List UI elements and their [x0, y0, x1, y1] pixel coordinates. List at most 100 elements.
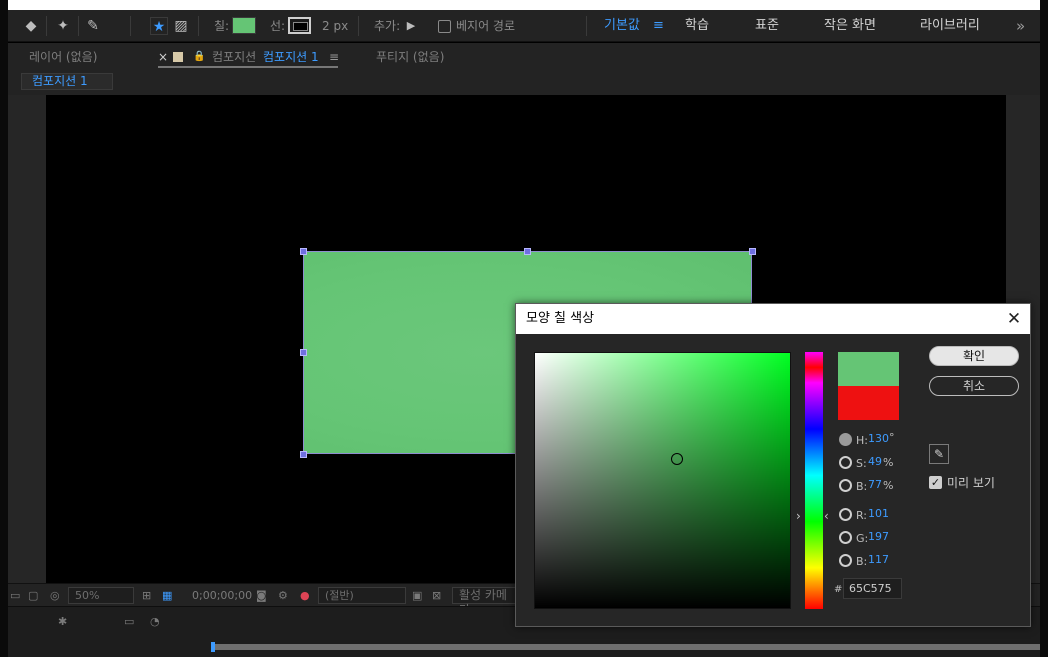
bezier-label: 베지어 경로 — [456, 19, 516, 33]
shape-handle[interactable] — [300, 349, 307, 356]
close-icon[interactable]: ✕ — [1006, 311, 1022, 328]
timeline-search-icon[interactable]: ✱ — [58, 615, 67, 629]
zoom-select[interactable]: 50% — [68, 587, 134, 604]
shape-handle[interactable] — [749, 248, 756, 255]
toolbar-divider — [78, 16, 79, 36]
region-icon[interactable]: ▣ — [412, 584, 422, 607]
star-icon[interactable]: ★ — [150, 17, 168, 35]
resolution-select[interactable]: (절반) — [318, 587, 406, 604]
timeline-comp-icon[interactable]: ▭ — [124, 615, 134, 629]
radio-blue[interactable] — [839, 554, 852, 567]
shape-fill-color-dialog: 모양 칠 색상 ✕ › ‹ H: 130 ° S: 49 % B: 77 % R… — [515, 303, 1031, 627]
hue-value[interactable]: 130 — [868, 432, 889, 445]
timeline-work-area[interactable] — [213, 644, 1040, 650]
top-strip — [0, 0, 1048, 10]
color-picker-cursor[interactable] — [671, 453, 683, 465]
workspace-standard[interactable]: 표준 — [755, 10, 779, 42]
green-value[interactable]: 197 — [868, 530, 889, 543]
brightness-label: B: — [856, 480, 868, 493]
timeline-graph-icon[interactable]: ◔ — [150, 615, 160, 629]
show-snapshot-icon[interactable]: ⚙ — [278, 584, 288, 607]
tab-composition[interactable]: 컴포지션 1 — [263, 48, 319, 66]
radio-red[interactable] — [839, 508, 852, 521]
mask-icon[interactable]: ▨ — [172, 17, 190, 35]
snapshot-icon[interactable]: ◙ — [256, 584, 267, 607]
panel-tabs: 레이어 (없음) × 🔒 컴포지션 컴포지션 1 ≡ 푸티지 (없음) 컴포지션… — [8, 43, 1040, 95]
hex-input[interactable] — [843, 578, 902, 599]
tab-layer[interactable]: 레이어 (없음) — [29, 48, 97, 66]
hue-slider[interactable] — [805, 352, 823, 609]
ok-button[interactable]: 확인 — [929, 346, 1019, 366]
comp-breadcrumb[interactable]: 컴포지션 1 — [21, 73, 113, 90]
saturation-unit: % — [883, 456, 894, 469]
mask-visibility-icon[interactable]: ◎ — [50, 584, 60, 607]
saturation-brightness-field[interactable] — [534, 352, 791, 609]
preview-label: 미리 보기 — [947, 476, 995, 490]
workspace-libraries[interactable]: 라이브러리 — [920, 10, 980, 42]
workspace-small-screen[interactable]: 작은 화면 — [824, 10, 876, 42]
safe-zones-icon[interactable]: ⊞ — [142, 584, 151, 607]
brightness-value[interactable]: 77 — [868, 478, 882, 491]
saturation-label: S: — [856, 457, 867, 470]
workspace-default[interactable]: 기본값 — [604, 10, 640, 42]
hue-slider-left-arrow-icon[interactable]: › — [796, 509, 801, 523]
add-label: 추가: — [374, 19, 401, 33]
workspace-menu-icon[interactable]: ≡ — [653, 10, 664, 42]
channel-icon[interactable]: ● — [300, 584, 310, 607]
blue-label: B: — [856, 555, 868, 568]
toolbar-divider — [46, 16, 47, 36]
puppet-tool-icon[interactable]: ✦ — [54, 17, 72, 35]
original-color-swatch[interactable] — [838, 386, 899, 420]
camera-select[interactable]: 활성 카메라 — [452, 587, 518, 617]
hue-label: H: — [856, 434, 868, 447]
timecode[interactable]: 0;00;00;00 — [192, 584, 252, 607]
blue-value[interactable]: 117 — [868, 553, 889, 566]
preview-checkbox[interactable]: ✓ — [929, 476, 942, 489]
hue-slider-right-arrow-icon[interactable]: ‹ — [824, 509, 829, 523]
comp-tab-close-icon[interactable]: × — [158, 48, 168, 66]
radio-saturation[interactable] — [839, 456, 852, 469]
eyedropper-icon[interactable]: ✎ — [929, 444, 949, 464]
hue-unit: ° — [889, 431, 895, 444]
new-color-swatch — [838, 352, 899, 386]
playhead[interactable] — [211, 642, 215, 652]
red-value[interactable]: 101 — [868, 507, 889, 520]
stroke-width[interactable]: 2 px — [322, 10, 348, 42]
always-preview-icon[interactable]: ▭ — [10, 584, 20, 607]
shape-handle[interactable] — [524, 248, 531, 255]
brightness-unit: % — [883, 479, 894, 492]
radio-hue[interactable] — [839, 433, 852, 446]
cancel-button[interactable]: 취소 — [929, 376, 1019, 396]
stroke-color-swatch[interactable] — [288, 17, 311, 34]
active-tab-underline — [158, 66, 338, 68]
dialog-title: 모양 칠 색상 — [516, 304, 1030, 334]
workspace-learn[interactable]: 학습 — [685, 10, 709, 42]
toolbar-divider — [198, 16, 199, 36]
add-dropdown-icon[interactable]: ▶ — [402, 17, 420, 35]
toolbar: ◆ ✦ ✎ ★ ▨ 칠: 선: 2 px 추가: ▶ 베지어 경로 기본값 ≡ … — [8, 10, 1040, 42]
toolbar-divider — [586, 16, 587, 36]
green-label: G: — [856, 532, 869, 545]
hex-hash-label: # — [834, 584, 843, 595]
grid-icon[interactable]: ▦ — [162, 584, 172, 607]
bezier-checkbox[interactable] — [438, 20, 451, 33]
toolbar-divider — [130, 16, 131, 36]
more-workspaces-icon[interactable]: » — [1016, 10, 1025, 42]
shape-handle[interactable] — [300, 451, 307, 458]
shape-handle[interactable] — [300, 248, 307, 255]
eraser-icon[interactable]: ◆ — [22, 17, 40, 35]
monitor-icon[interactable]: ▢ — [28, 584, 38, 607]
fill-color-swatch[interactable] — [232, 17, 256, 34]
frame-left — [0, 0, 8, 657]
radio-green[interactable] — [839, 531, 852, 544]
radio-brightness[interactable] — [839, 479, 852, 492]
tab-footage[interactable]: 푸티지 (없음) — [376, 48, 444, 66]
stroke-label: 선: — [270, 19, 286, 33]
red-label: R: — [856, 509, 868, 522]
saturation-value[interactable]: 49 — [868, 455, 882, 468]
tab-menu-icon[interactable]: ≡ — [329, 48, 339, 66]
transparency-grid-icon[interactable]: ⊠ — [432, 584, 441, 607]
pin-tool-icon[interactable]: ✎ — [84, 17, 102, 35]
tab-comp-prefix[interactable]: 컴포지션 — [212, 48, 256, 66]
lock-icon[interactable]: 🔒 — [193, 48, 205, 66]
